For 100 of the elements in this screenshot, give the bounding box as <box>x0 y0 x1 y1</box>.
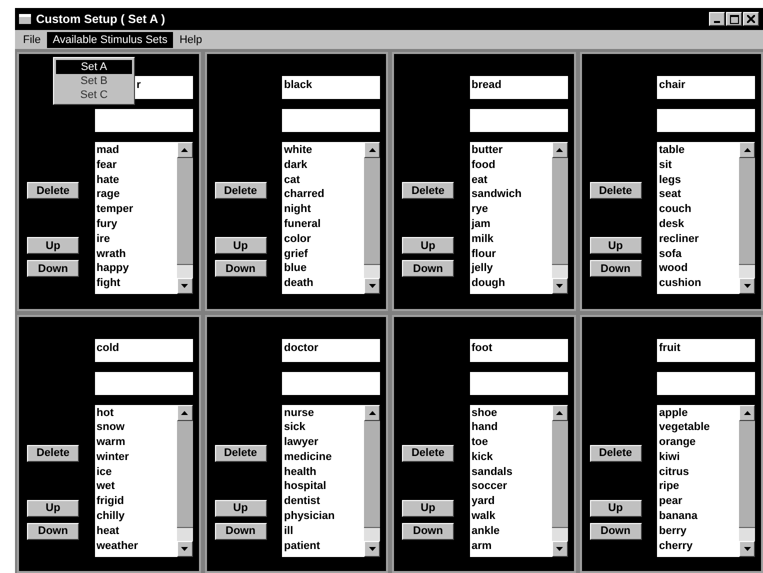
list-item[interactable]: milk <box>472 232 550 247</box>
list-item[interactable]: rye <box>472 202 550 217</box>
list-item[interactable]: flour <box>472 246 550 262</box>
list-item[interactable]: desk <box>659 216 737 232</box>
down-button[interactable]: Down <box>590 260 642 277</box>
list-item[interactable]: sandals <box>472 464 550 480</box>
delete-button[interactable]: Delete <box>590 444 642 462</box>
list-item[interactable]: sit <box>659 158 737 173</box>
list-item[interactable]: toe <box>472 435 550 450</box>
list-item[interactable]: pear <box>659 494 737 510</box>
up-button[interactable]: Up <box>402 237 454 254</box>
word-list[interactable]: hot snow warm winter ice wet frigid chilly heat weather <box>94 404 192 556</box>
word-field[interactable]: doctor <box>282 338 380 362</box>
down-button[interactable]: Down <box>214 522 266 540</box>
entry-field[interactable] <box>470 372 568 394</box>
entry-field[interactable] <box>94 372 192 394</box>
delete-button[interactable]: Delete <box>402 182 454 199</box>
delete-button[interactable]: Delete <box>27 182 79 199</box>
list-item[interactable]: wood <box>659 261 737 276</box>
word-field[interactable]: fruit <box>657 338 755 362</box>
list-item[interactable]: butter <box>472 143 550 158</box>
list-item[interactable]: happy <box>96 261 174 276</box>
scrollbar[interactable] <box>364 142 380 294</box>
list-item[interactable]: jam <box>472 216 550 232</box>
scrollbar[interactable] <box>739 404 755 556</box>
list-item[interactable]: weather <box>96 538 174 554</box>
list-item[interactable]: cat <box>284 172 362 188</box>
scrollbar[interactable] <box>739 142 755 294</box>
up-button[interactable]: Up <box>214 500 266 516</box>
menu-item[interactable]: Help <box>173 32 208 48</box>
down-button[interactable]: Down <box>214 260 266 277</box>
entry-field[interactable] <box>657 372 755 394</box>
menu-item[interactable]: Available Stimulus Sets <box>46 32 174 48</box>
list-item[interactable]: frigid <box>96 494 174 510</box>
list-item[interactable]: snow <box>96 420 174 436</box>
word-field[interactable]: foot <box>470 338 568 362</box>
word-field[interactable]: black <box>282 76 380 99</box>
word-list[interactable]: mad fear hate rage temper fury ire wrath happy fight <box>94 142 192 294</box>
list-item[interactable]: sick <box>284 420 362 436</box>
scrollbar[interactable] <box>364 404 380 556</box>
list-item[interactable]: rage <box>96 187 174 202</box>
up-button[interactable]: Up <box>27 237 79 254</box>
list-item[interactable]: patient <box>284 538 362 554</box>
list-item[interactable]: warm <box>96 435 174 450</box>
list-item[interactable]: sofa <box>659 246 737 262</box>
entry-field[interactable] <box>470 109 568 132</box>
list-item[interactable]: soccer <box>472 479 550 494</box>
list-item[interactable]: ill <box>284 524 362 539</box>
menu-item[interactable]: File <box>17 32 47 48</box>
entry-field[interactable] <box>94 109 192 132</box>
word-list[interactable]: apple vegetable orange kiwi citrus ripe pear banana berry cherry <box>657 404 755 556</box>
list-item[interactable]: cherry <box>659 538 737 554</box>
list-item[interactable]: table <box>659 143 737 158</box>
list-item[interactable]: night <box>284 202 362 217</box>
word-list[interactable]: butter food eat sandwich rye jam milk flour jelly dough <box>470 142 568 294</box>
list-item[interactable]: hate <box>96 172 174 188</box>
list-item[interactable]: color <box>284 232 362 247</box>
word-field[interactable]: bread <box>470 76 568 99</box>
delete-button[interactable]: Delete <box>590 182 642 199</box>
entry-field[interactable] <box>282 372 380 394</box>
list-item[interactable]: recliner <box>659 232 737 247</box>
list-item[interactable]: dentist <box>284 494 362 510</box>
list-item[interactable]: banana <box>659 509 737 524</box>
list-item[interactable]: arm <box>472 538 550 554</box>
list-item[interactable]: sandwich <box>472 187 550 202</box>
list-item[interactable]: ice <box>96 464 174 480</box>
list-item[interactable]: white <box>284 143 362 158</box>
scrollbar[interactable] <box>552 404 568 556</box>
list-item[interactable]: wet <box>96 479 174 494</box>
list-item[interactable]: cushion <box>659 276 737 291</box>
down-button[interactable]: Down <box>590 522 642 540</box>
list-item[interactable]: lawyer <box>284 435 362 450</box>
delete-button[interactable]: Delete <box>27 444 79 462</box>
list-item[interactable]: hot <box>96 406 174 420</box>
list-item[interactable]: fear <box>96 158 174 173</box>
list-item[interactable]: death <box>284 276 362 291</box>
delete-button[interactable]: Delete <box>214 182 266 199</box>
up-button[interactable]: Up <box>590 237 642 254</box>
list-item[interactable]: fury <box>96 216 174 232</box>
list-item[interactable]: walk <box>472 509 550 524</box>
list-item[interactable]: dough <box>472 276 550 291</box>
list-item[interactable]: mad <box>96 143 174 158</box>
list-item[interactable]: nurse <box>284 406 362 420</box>
up-button[interactable]: Up <box>214 237 266 254</box>
delete-button[interactable]: Delete <box>402 444 454 462</box>
down-button[interactable]: Down <box>402 260 454 277</box>
list-item[interactable]: kiwi <box>659 450 737 465</box>
list-item[interactable]: ripe <box>659 479 737 494</box>
maximize-button[interactable] <box>726 12 742 26</box>
delete-button[interactable]: Delete <box>214 444 266 462</box>
list-item[interactable]: blue <box>284 261 362 276</box>
list-item[interactable]: jelly <box>472 261 550 276</box>
list-item[interactable]: berry <box>659 524 737 539</box>
word-list[interactable]: table sit legs seat couch desk recliner sofa wood cushion <box>657 142 755 294</box>
entry-field[interactable] <box>282 109 380 132</box>
list-item[interactable]: citrus <box>659 464 737 480</box>
entry-field[interactable] <box>657 109 755 132</box>
down-button[interactable]: Down <box>27 522 79 540</box>
list-item[interactable]: shoe <box>472 406 550 420</box>
list-item[interactable]: orange <box>659 435 737 450</box>
